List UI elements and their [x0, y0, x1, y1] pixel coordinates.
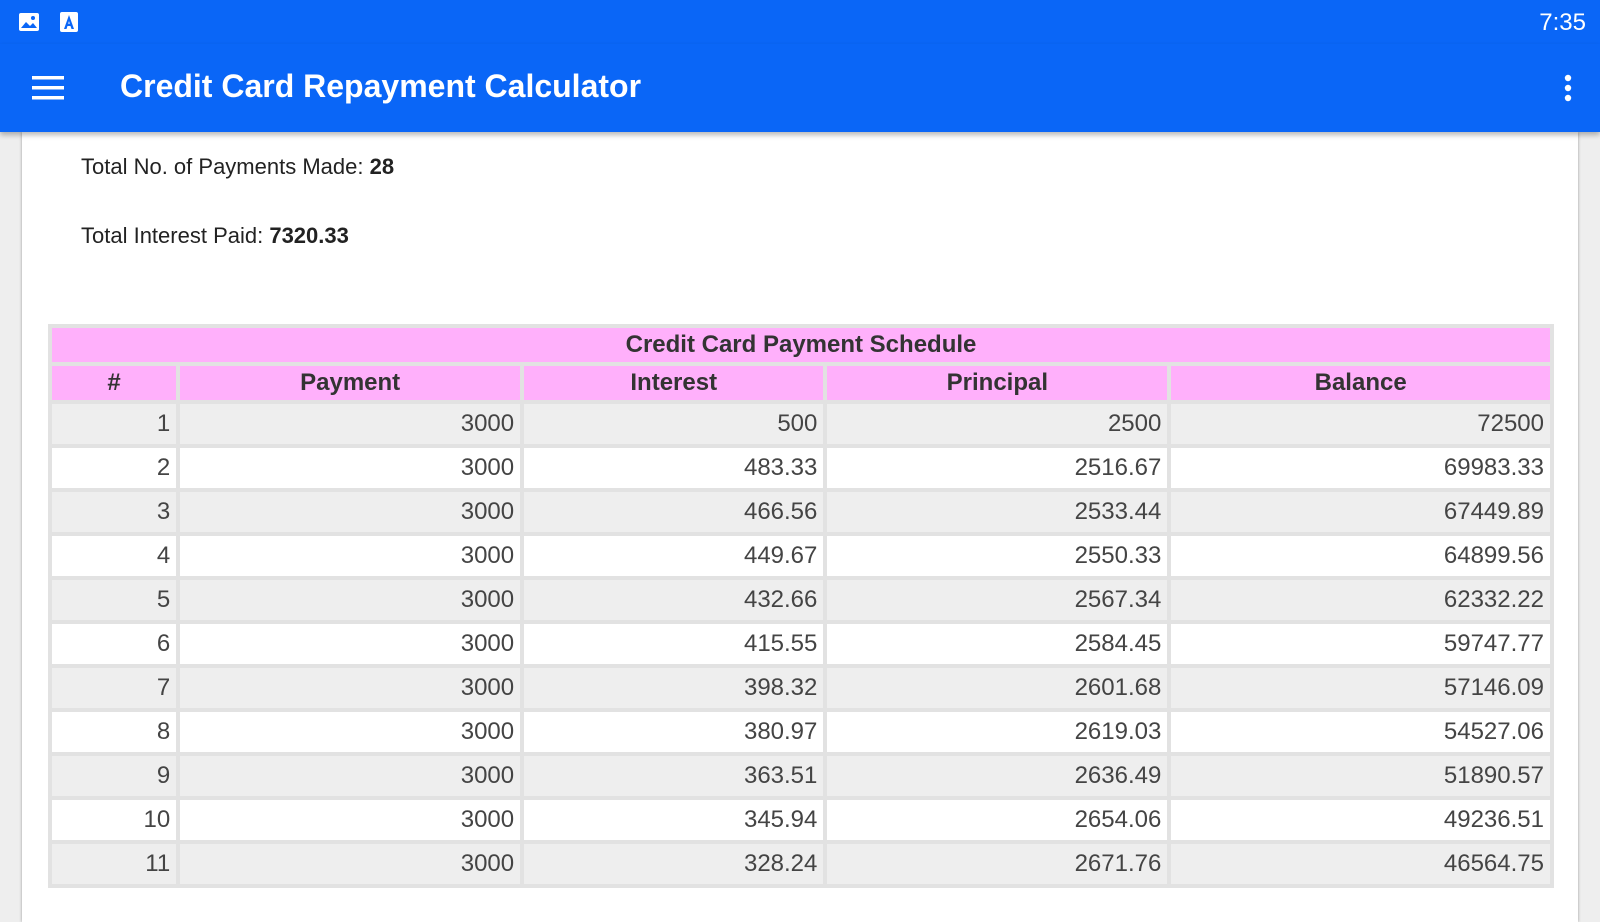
more-vert-icon[interactable]	[1558, 68, 1578, 108]
table-row: 9 3000 363.51 2636.49 51890.57	[52, 756, 1550, 796]
cell-balance: 54527.06	[1171, 712, 1550, 752]
table-row: 11 3000 328.24 2671.76 46564.75	[52, 844, 1550, 884]
total-payments-summary: Total No. of Payments Made: 28	[81, 154, 394, 180]
cell-interest: 432.66	[524, 580, 824, 620]
cell-balance: 46564.75	[1171, 844, 1550, 884]
cell-number: 5	[52, 580, 177, 620]
cell-interest: 363.51	[524, 756, 824, 796]
cell-number: 11	[52, 844, 177, 884]
column-header-payment: Payment	[180, 366, 521, 400]
hamburger-menu-icon[interactable]	[28, 72, 68, 104]
cell-interest: 398.32	[524, 668, 824, 708]
cell-balance: 72500	[1171, 404, 1550, 444]
cell-interest: 328.24	[524, 844, 824, 884]
app-bar: Credit Card Repayment Calculator	[0, 44, 1600, 132]
cell-principal: 2654.06	[827, 800, 1168, 840]
cell-interest: 415.55	[524, 624, 824, 664]
cell-principal: 2601.68	[827, 668, 1168, 708]
table-row: 1 3000 500 2500 72500	[52, 404, 1550, 444]
cell-interest: 466.56	[524, 492, 824, 532]
cell-principal: 2584.45	[827, 624, 1168, 664]
cell-number: 9	[52, 756, 177, 796]
cell-number: 7	[52, 668, 177, 708]
total-payments-label: Total No. of Payments Made:	[81, 154, 370, 179]
total-interest-summary: Total Interest Paid: 7320.33	[81, 223, 349, 249]
cell-interest: 500	[524, 404, 824, 444]
status-time: 7:35	[1539, 9, 1586, 36]
cell-balance: 69983.33	[1171, 448, 1550, 488]
cell-balance: 59747.77	[1171, 624, 1550, 664]
cell-balance: 51890.57	[1171, 756, 1550, 796]
cell-interest: 449.67	[524, 536, 824, 576]
cell-balance: 62332.22	[1171, 580, 1550, 620]
table-row: 7 3000 398.32 2601.68 57146.09	[52, 668, 1550, 708]
cell-principal: 2500	[827, 404, 1168, 444]
cell-balance: 49236.51	[1171, 800, 1550, 840]
column-header-interest: Interest	[524, 366, 824, 400]
cell-number: 2	[52, 448, 177, 488]
cell-principal: 2567.34	[827, 580, 1168, 620]
table-row: 3 3000 466.56 2533.44 67449.89	[52, 492, 1550, 532]
cell-payment: 3000	[180, 844, 521, 884]
cell-number: 10	[52, 800, 177, 840]
table-row: 10 3000 345.94 2654.06 49236.51	[52, 800, 1550, 840]
table-row: 6 3000 415.55 2584.45 59747.77	[52, 624, 1550, 664]
cell-payment: 3000	[180, 448, 521, 488]
table-row: 8 3000 380.97 2619.03 54527.06	[52, 712, 1550, 752]
column-header-balance: Balance	[1171, 366, 1550, 400]
cell-principal: 2619.03	[827, 712, 1168, 752]
cell-number: 8	[52, 712, 177, 752]
results-card: Total No. of Payments Made: 28 Total Int…	[22, 132, 1578, 922]
table-row: 2 3000 483.33 2516.67 69983.33	[52, 448, 1550, 488]
cell-number: 1	[52, 404, 177, 444]
cell-balance: 57146.09	[1171, 668, 1550, 708]
cell-payment: 3000	[180, 624, 521, 664]
total-payments-value: 28	[369, 154, 395, 179]
cell-number: 3	[52, 492, 177, 532]
cell-principal: 2533.44	[827, 492, 1168, 532]
cell-number: 6	[52, 624, 177, 664]
cell-principal: 2550.33	[827, 536, 1168, 576]
cell-payment: 3000	[180, 492, 521, 532]
cell-payment: 3000	[180, 404, 521, 444]
table-row: 5 3000 432.66 2567.34 62332.22	[52, 580, 1550, 620]
column-header-number: #	[52, 366, 177, 400]
cell-principal: 2516.67	[827, 448, 1168, 488]
cell-payment: 3000	[180, 756, 521, 796]
cell-interest: 483.33	[524, 448, 824, 488]
payment-schedule-table: Credit Card Payment Schedule # Payment I…	[48, 324, 1554, 888]
cell-principal: 2636.49	[827, 756, 1168, 796]
schedule-title: Credit Card Payment Schedule	[52, 328, 1550, 362]
total-interest-label: Total Interest Paid:	[81, 223, 270, 248]
cell-balance: 64899.56	[1171, 536, 1550, 576]
cell-payment: 3000	[180, 800, 521, 840]
cell-principal: 2671.76	[827, 844, 1168, 884]
table-row: 4 3000 449.67 2550.33 64899.56	[52, 536, 1550, 576]
cell-interest: 345.94	[524, 800, 824, 840]
app-notification-icon	[60, 12, 78, 32]
total-interest-value: 7320.33	[269, 223, 349, 248]
cell-interest: 380.97	[524, 712, 824, 752]
cell-balance: 67449.89	[1171, 492, 1550, 532]
cell-number: 4	[52, 536, 177, 576]
cell-payment: 3000	[180, 668, 521, 708]
image-icon	[19, 13, 39, 31]
column-header-principal: Principal	[827, 366, 1168, 400]
cell-payment: 3000	[180, 580, 521, 620]
cell-payment: 3000	[180, 712, 521, 752]
app-title: Credit Card Repayment Calculator	[120, 68, 642, 104]
status-bar: 7:35	[0, 0, 1600, 44]
cell-payment: 3000	[180, 536, 521, 576]
